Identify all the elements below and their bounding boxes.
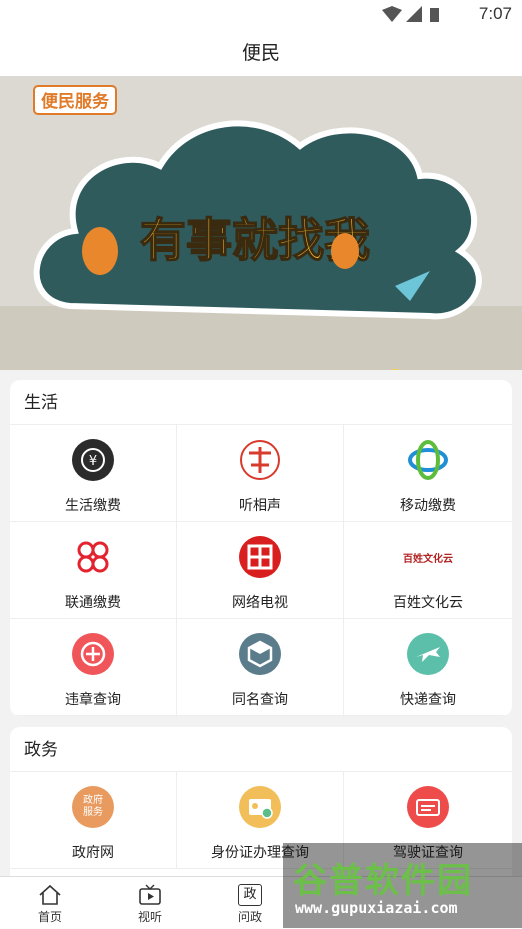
service-same-name-query[interactable]: 同名查询	[177, 619, 344, 716]
wifi-icon	[382, 6, 402, 22]
status-bar: 7:07	[0, 0, 522, 30]
nav-audio-video[interactable]: 视听	[100, 877, 200, 929]
service-label: 联通缴费	[65, 595, 121, 611]
tv-icon	[139, 884, 161, 905]
same-name-icon	[239, 633, 281, 675]
battery-icon	[430, 8, 439, 22]
government-icon-text: 政府服务	[83, 795, 103, 818]
service-express-query[interactable]: 快递查询	[344, 619, 512, 716]
culture-cloud-icon: 百姓文化云	[398, 536, 458, 578]
banner-illustration: 便民服务 有事就找我	[0, 76, 522, 370]
service-label: 同名查询	[232, 692, 288, 708]
service-label: 移动缴费	[400, 498, 456, 514]
service-life-payment[interactable]: ¥ 生活缴费	[10, 425, 177, 522]
section-title: 政务	[10, 727, 512, 772]
nav-label: 视听	[137, 910, 162, 924]
violation-icon	[72, 633, 114, 675]
network-tv-icon	[239, 536, 281, 578]
service-label: 生活缴费	[65, 498, 121, 514]
service-label: 政府网	[72, 845, 114, 861]
balloon-icon-2	[331, 233, 359, 269]
service-label: 百姓文化云	[393, 595, 463, 611]
service-label: 违章查询	[65, 692, 121, 708]
service-government-site[interactable]: 政府服务 政府网	[10, 772, 177, 869]
service-network-tv[interactable]: 网络电视	[177, 522, 344, 619]
status-icons	[382, 6, 439, 22]
watermark-title: 谷普软件园	[293, 861, 473, 901]
wenzheng-icon: 政	[238, 884, 262, 906]
service-crosstalk[interactable]: 听相声	[177, 425, 344, 522]
service-label: 网络电视	[232, 595, 288, 611]
service-unicom-payment[interactable]: 联通缴费	[10, 522, 177, 619]
id-card-icon	[239, 786, 281, 828]
watermark-url: www.gupuxiazai.com	[295, 899, 458, 917]
driver-license-icon	[407, 786, 449, 828]
svg-text:¥: ¥	[89, 454, 97, 469]
government-icon: 政府服务	[72, 786, 114, 828]
service-violation-query[interactable]: 违章查询	[10, 619, 177, 716]
crosstalk-logo-icon	[239, 439, 281, 481]
balloon-icon	[82, 227, 118, 275]
watermark: 谷普软件园 www.gupuxiazai.com	[283, 843, 522, 928]
section-title: 生活	[10, 380, 512, 425]
banner[interactable]: 便民服务 有事就找我	[0, 76, 522, 370]
nav-label: 首页	[37, 910, 62, 924]
service-label: 听相声	[239, 498, 281, 514]
nav-home[interactable]: 首页	[0, 877, 100, 929]
page-title: 便民	[241, 42, 280, 64]
section-life: 生活 ¥ 生活缴费 听相声 移动缴费 联通缴费 网络电视 百姓文化云 百姓文化云…	[10, 380, 512, 716]
service-mobile-payment[interactable]: 移动缴费	[344, 425, 512, 522]
china-mobile-icon	[407, 439, 449, 481]
home-icon	[39, 884, 61, 905]
signal-icon	[406, 6, 422, 22]
service-culture-cloud[interactable]: 百姓文化云 百姓文化云	[344, 522, 512, 619]
china-unicom-icon	[72, 536, 114, 578]
service-label: 快递查询	[400, 692, 456, 708]
banner-tag: 便民服务	[41, 91, 110, 112]
nav-label: 问政	[237, 910, 262, 924]
clock: 7:07	[478, 4, 512, 23]
plane-icon	[407, 633, 449, 675]
title-bar: 便民	[0, 30, 522, 76]
culture-cloud-logo-text: 百姓文化云	[403, 553, 453, 565]
yuan-coin-icon: ¥	[72, 439, 114, 481]
